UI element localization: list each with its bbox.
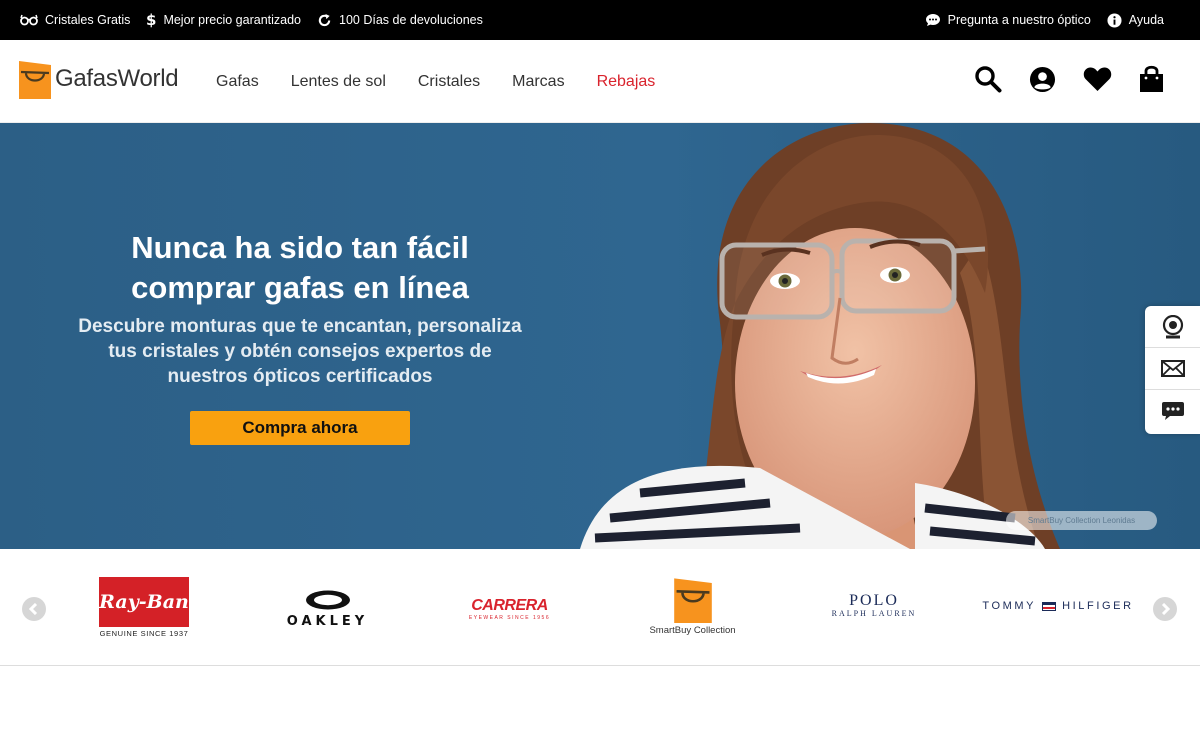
brand-carrera[interactable]: CARRERA EYEWEAR SINCE 1956	[462, 597, 557, 621]
nav-item-marcas[interactable]: Marcas	[512, 73, 564, 91]
video-consult-button[interactable]	[1145, 306, 1200, 348]
brand-tommy-hilfiger[interactable]: TOMMY HILFIGER	[978, 600, 1138, 612]
main-header: GafasWorld Gafas Lentes de sol Cristales…	[0, 40, 1200, 123]
chevron-left-icon	[29, 603, 38, 615]
help-link[interactable]: Ayuda	[1107, 12, 1164, 28]
logo-glasses-icon	[19, 61, 51, 99]
mail-icon	[1160, 360, 1185, 377]
rayban-tagline: GENUINE SINCE 1937	[99, 629, 189, 638]
hero-subtitle-line: tus cristales y obtén consejos expertos …	[108, 341, 492, 362]
hero-subtitle-line: nuestros ópticos certificados	[167, 366, 433, 387]
carrera-tagline: EYEWEAR SINCE 1956	[468, 615, 551, 621]
brands-carousel: Ray-Ban GENUINE SINCE 1937 OAKLEY CARRER…	[0, 549, 1200, 666]
nav-item-lentes-de-sol[interactable]: Lentes de sol	[291, 73, 386, 91]
benefit-label: 100 Días de devoluciones	[339, 13, 483, 27]
chat-bubble-icon	[925, 14, 940, 26]
hilfiger-name: HILFIGER	[1062, 600, 1134, 612]
top-utility-bar: Cristales Gratis $ Mejor precio garantiz…	[0, 0, 1200, 40]
hero-subtitle-line: Descubre monturas que te encantan, perso…	[78, 316, 522, 337]
oakley-name: OAKLEY	[286, 614, 369, 629]
account-icon[interactable]	[1029, 66, 1056, 93]
brand-rayban[interactable]: Ray-Ban GENUINE SINCE 1937	[99, 577, 189, 638]
glasses-icon	[20, 14, 38, 26]
dollar-icon: $	[146, 12, 156, 28]
refresh-icon	[318, 13, 331, 26]
tommy-flag-icon	[1042, 601, 1057, 611]
hero-subtitle: Descubre monturas que te encantan, perso…	[0, 314, 600, 389]
hero-title: Nunca ha sido tan fácil comprar gafas en…	[0, 228, 600, 308]
search-icon[interactable]	[974, 65, 1002, 93]
shop-now-button[interactable]: Compra ahora	[190, 411, 410, 445]
brand-polo-ralph-lauren[interactable]: POLO RALPH LAUREN	[822, 593, 926, 619]
benefit-best-price[interactable]: $ Mejor precio garantizado	[146, 12, 301, 28]
ask-optician-link[interactable]: Pregunta a nuestro óptico	[925, 13, 1091, 27]
svg-text:$: $	[146, 12, 156, 28]
nav-item-rebajas[interactable]: Rebajas	[597, 73, 656, 91]
hero-title-line: Nunca ha sido tan fácil	[131, 230, 469, 265]
ask-optician-label: Pregunta a nuestro óptico	[947, 13, 1091, 27]
contact-side-widget	[1145, 306, 1200, 434]
shopping-bag-icon[interactable]	[1139, 65, 1164, 93]
carousel-prev-button[interactable]	[22, 597, 46, 621]
info-icon	[1107, 12, 1122, 28]
smartbuy-name: SmartBuy Collection	[649, 625, 736, 636]
brand-oakley[interactable]: OAKLEY	[270, 589, 385, 629]
carousel-next-button[interactable]	[1153, 597, 1177, 621]
hero-caption[interactable]: SmartBuy Collection Leonidas	[1006, 511, 1157, 530]
benefit-label: Cristales Gratis	[45, 13, 131, 27]
polo-name: POLO	[849, 592, 899, 609]
smartbuy-logo-icon	[673, 578, 712, 623]
oakley-ellipse-icon	[305, 590, 350, 610]
email-button[interactable]	[1145, 348, 1200, 390]
brand-smartbuy[interactable]: SmartBuy Collection	[645, 576, 740, 636]
logo-text: GafasWorld	[55, 65, 179, 92]
hero-banner: Nunca ha sido tan fácil comprar gafas en…	[0, 123, 1200, 549]
help-label: Ayuda	[1128, 13, 1164, 27]
tommy-name: TOMMY	[982, 600, 1037, 612]
topbar-help: Pregunta a nuestro óptico Ayuda	[925, 0, 1164, 40]
main-nav: Gafas Lentes de sol Cristales Marcas Reb…	[216, 40, 655, 123]
header-actions	[974, 65, 1164, 93]
chevron-right-icon	[1161, 603, 1170, 615]
heart-icon[interactable]	[1083, 66, 1112, 92]
site-logo[interactable]: GafasWorld	[19, 59, 179, 99]
ralph-lauren-name: RALPH LAUREN	[831, 609, 917, 618]
topbar-benefits: Cristales Gratis $ Mejor precio garantiz…	[20, 0, 483, 40]
rayban-logo: Ray-Ban	[99, 577, 189, 627]
nav-item-cristales[interactable]: Cristales	[418, 73, 480, 91]
chat-icon	[1161, 402, 1184, 420]
hero-title-line: comprar gafas en línea	[131, 270, 469, 305]
benefit-label: Mejor precio garantizado	[163, 13, 302, 27]
nav-item-gafas[interactable]: Gafas	[216, 73, 259, 91]
webcam-icon	[1162, 314, 1183, 338]
live-chat-button[interactable]	[1145, 390, 1200, 432]
benefit-returns[interactable]: 100 Días de devoluciones	[317, 13, 483, 28]
benefit-free-lenses[interactable]: Cristales Gratis	[20, 13, 130, 27]
carrera-name: CARRERA	[471, 597, 548, 614]
